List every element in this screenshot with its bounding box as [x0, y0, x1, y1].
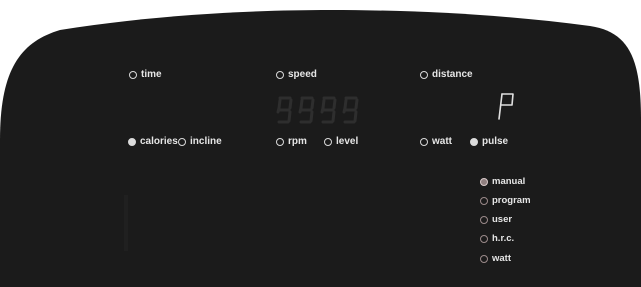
level-label: level — [336, 136, 359, 147]
manual-led-icon — [480, 177, 488, 186]
pulse-led-icon — [470, 137, 478, 146]
mode-manual[interactable]: manual — [480, 176, 525, 187]
speed-led-icon — [276, 70, 284, 79]
distance-label: distance — [432, 69, 473, 80]
rpm-label: rpm — [288, 136, 307, 147]
segment-digit-4 — [342, 96, 359, 124]
calories-label: calories — [140, 136, 178, 147]
mode-program-label: program — [492, 195, 531, 206]
console-shell — [0, 10, 641, 287]
rpm-led-icon — [276, 137, 284, 146]
mode-hrc-label: h.r.c. — [492, 233, 515, 244]
hrc-led-icon — [480, 234, 488, 243]
mode-user[interactable]: user — [480, 214, 512, 225]
segment-digit-3 — [320, 96, 337, 124]
mode-hrc[interactable]: h.r.c. — [480, 233, 514, 244]
calories-led-icon — [128, 137, 136, 146]
distance-led-icon — [420, 70, 428, 79]
mode-manual-label: manual — [492, 176, 526, 187]
time-indicator: time — [129, 69, 162, 80]
rpm-indicator: rpm — [276, 136, 307, 147]
level-indicator: level — [324, 136, 358, 147]
user-led-icon — [480, 215, 488, 224]
mode-user-label: user — [492, 214, 513, 225]
pulse-label: pulse — [482, 136, 509, 147]
numeric-display — [276, 96, 359, 124]
speed-label: speed — [288, 69, 317, 80]
segment-digit-1 — [276, 96, 293, 124]
time-led-icon — [129, 70, 137, 79]
calories-indicator: calories — [128, 136, 178, 147]
program-char-display — [498, 93, 514, 120]
level-led-icon — [324, 137, 332, 146]
watt-mode-led-icon — [480, 254, 488, 263]
speed-indicator: speed — [276, 69, 317, 80]
incline-led-icon — [178, 137, 186, 146]
watt-label: watt — [432, 136, 452, 147]
mode-watt[interactable]: watt — [480, 253, 511, 264]
pulse-indicator: pulse — [470, 136, 508, 147]
watt-indicator: watt — [420, 136, 452, 147]
incline-label: incline — [190, 136, 222, 147]
panel-seam — [124, 195, 128, 251]
segment-digit-2 — [298, 96, 315, 124]
console-panel: time speed distance calories incline rpm… — [0, 0, 641, 287]
incline-indicator: incline — [178, 136, 222, 147]
program-led-icon — [480, 196, 488, 205]
time-label: time — [141, 69, 162, 80]
distance-indicator: distance — [420, 69, 473, 80]
watt-led-icon — [420, 137, 428, 146]
mode-program[interactable]: program — [480, 195, 531, 206]
mode-watt-label: watt — [492, 253, 511, 264]
